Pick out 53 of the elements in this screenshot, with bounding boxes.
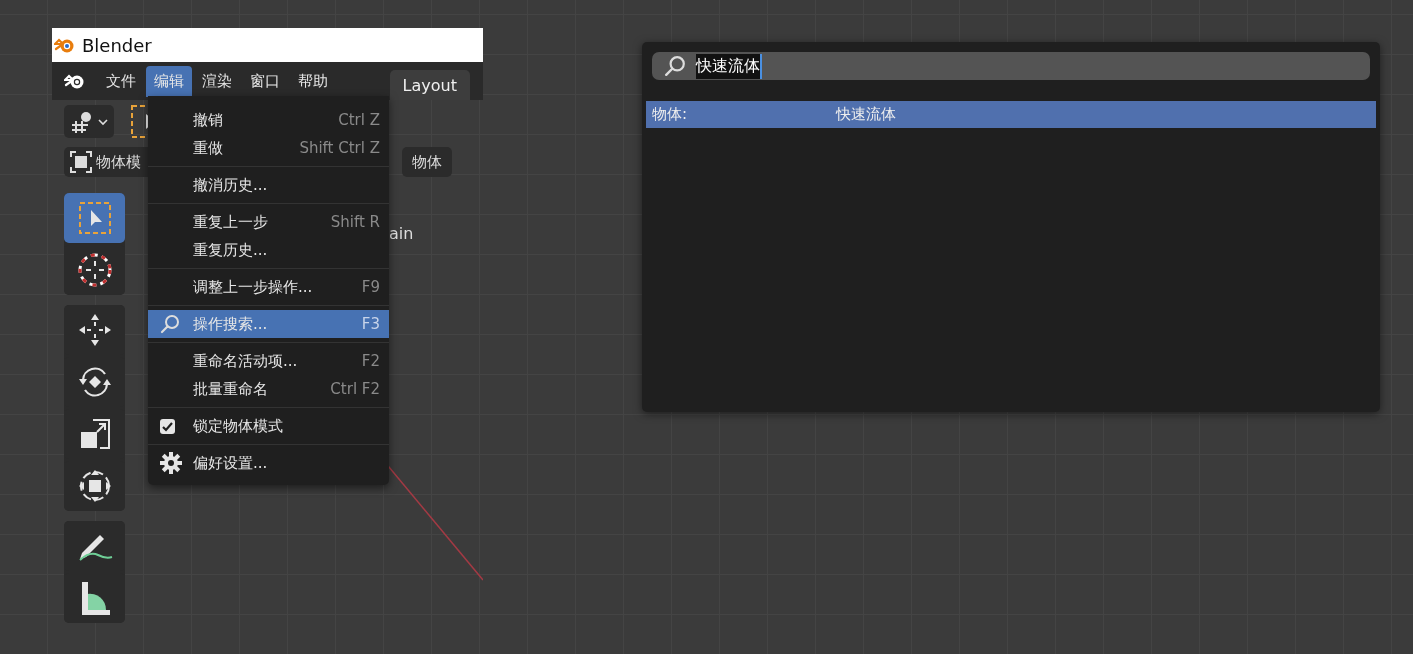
blender-logo-icon — [64, 72, 86, 90]
viewport-info-text: ain — [389, 224, 414, 243]
shortcut-label: F9 — [361, 278, 380, 296]
menu-item[interactable]: 文件 — [98, 65, 144, 97]
menu-entry-label: 操作搜索... — [193, 314, 269, 334]
search-result[interactable]: 物体: 快速流体 — [646, 101, 1376, 128]
menu-item[interactable]: 窗口 — [242, 65, 288, 97]
menu-entry-label: 批量重命名 — [193, 379, 269, 399]
result-name: 快速流体 — [834, 105, 896, 124]
menu-entry-label: 重复历史... — [193, 240, 269, 260]
menu-entry[interactable]: 偏好设置... — [148, 449, 389, 477]
menu-entry-label: 锁定物体模式 — [193, 416, 284, 436]
menu-entry[interactable]: 撤销 Ctrl Z — [148, 106, 389, 134]
menu-entry-label: 偏好设置... — [193, 453, 269, 473]
menu-item[interactable]: 渲染 — [194, 65, 240, 97]
menu-entry[interactable]: 操作搜索... F3 — [148, 310, 389, 338]
cursor-icon — [76, 252, 113, 288]
menu-entry[interactable]: 锁定物体模式 — [148, 412, 389, 440]
shortcut-label: Ctrl F2 — [330, 380, 380, 398]
shortcut-label: Shift R — [330, 213, 380, 231]
shortcut-label: F3 — [361, 315, 380, 333]
shortcut-label: F2 — [361, 352, 380, 370]
search-field[interactable]: 快速流体 — [652, 52, 1370, 80]
axes-pivot-icon — [70, 110, 94, 133]
chevron-down-icon — [98, 117, 108, 126]
menu-item[interactable]: 编辑 — [146, 65, 192, 97]
shortcut-label: Shift Ctrl Z — [299, 139, 380, 157]
menu-entry-label: 撤销 — [193, 110, 224, 130]
object-menu[interactable]: 物体 — [402, 147, 452, 177]
menu-entry-label: 撤消历史... — [193, 175, 269, 195]
menu-entry-label: 重做 — [193, 138, 224, 158]
menu-entry[interactable]: 重复上一步 Shift R — [148, 208, 389, 236]
search-query: 快速流体 — [696, 53, 762, 79]
gear-icon — [160, 452, 182, 474]
menu-entry[interactable]: 重命名活动项... F2 — [148, 347, 389, 375]
window-title: Blender — [82, 34, 152, 56]
orientation-dropdown[interactable] — [64, 105, 114, 138]
object-mode-icon — [70, 151, 92, 173]
search-icon — [664, 55, 686, 77]
shortcut-label: Ctrl Z — [338, 111, 380, 129]
menu-entry[interactable]: 批量重命名 Ctrl F2 — [148, 375, 389, 403]
result-category: 物体: — [651, 105, 689, 124]
menu-entry-label: 调整上一步操作... — [193, 277, 314, 297]
menu-item[interactable]: 帮助 — [290, 65, 336, 97]
checkbox[interactable] — [160, 418, 175, 434]
menu-entry-label: 重复上一步 — [193, 212, 269, 232]
workspace-tab[interactable]: Layout — [389, 70, 470, 100]
menu-entry[interactable]: 调整上一步操作... F9 — [148, 273, 389, 301]
scale-icon — [79, 419, 110, 449]
menu-entry-label: 重命名活动项... — [193, 351, 299, 371]
menu-entry[interactable]: 重复历史... — [148, 236, 389, 264]
search-icon — [160, 314, 180, 334]
select-box-icon — [77, 201, 112, 235]
